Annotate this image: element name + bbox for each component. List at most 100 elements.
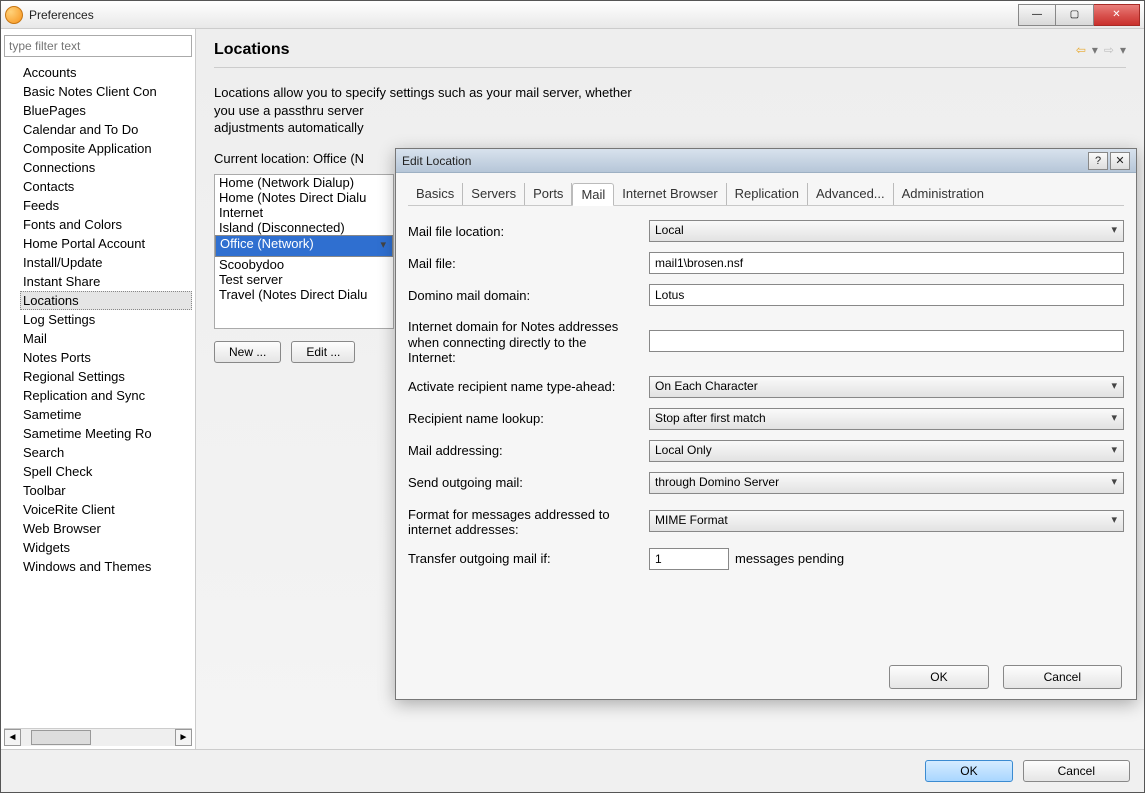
location-row[interactable]: Home (Notes Direct Dialu xyxy=(215,190,393,205)
addressing-select[interactable]: Local Only xyxy=(649,440,1124,462)
main-header: Locations ⇦ ▾ ⇨ ▾ xyxy=(214,41,1126,68)
ok-button[interactable]: OK xyxy=(925,760,1012,782)
tab-basics[interactable]: Basics xyxy=(408,183,463,205)
tree-item[interactable]: Feeds xyxy=(20,196,192,215)
domino-domain-input[interactable] xyxy=(649,284,1124,306)
tree-item[interactable]: Basic Notes Client Con xyxy=(20,82,192,101)
location-row[interactable]: Scoobydoo xyxy=(215,257,393,272)
desc-line: you use a passthru server xyxy=(214,102,1126,120)
location-row[interactable]: Office (Network) xyxy=(215,235,393,257)
scroll-left-icon[interactable]: ◄ xyxy=(4,729,21,746)
tab-bar: BasicsServersPortsMailInternet BrowserRe… xyxy=(408,183,1124,206)
tab-administration[interactable]: Administration xyxy=(894,183,992,205)
dialog-footer: OK Cancel xyxy=(1,749,1144,792)
maximize-button[interactable]: ▢ xyxy=(1056,4,1094,26)
tree-item[interactable]: BluePages xyxy=(20,101,192,120)
desc-line: Locations allow you to specify settings … xyxy=(214,84,1126,102)
close-button[interactable]: ✕ xyxy=(1094,4,1140,26)
help-button[interactable]: ? xyxy=(1088,152,1108,170)
tree-item[interactable]: Sametime xyxy=(20,405,192,424)
tree-item[interactable]: Instant Share xyxy=(20,272,192,291)
tree-item[interactable]: Composite Application xyxy=(20,139,192,158)
label-send-outgoing: Send outgoing mail: xyxy=(408,475,643,490)
location-row[interactable]: Island (Disconnected) xyxy=(215,220,393,235)
internet-domain-input[interactable] xyxy=(649,330,1124,352)
label-transfer-if: Transfer outgoing mail if: xyxy=(408,551,643,566)
tree-item[interactable]: Web Browser xyxy=(20,519,192,538)
page-title: Locations xyxy=(214,41,290,59)
tab-mail[interactable]: Mail xyxy=(572,183,614,206)
send-outgoing-select[interactable]: through Domino Server xyxy=(649,472,1124,494)
nav-forward-menu-icon[interactable]: ▾ xyxy=(1120,43,1126,57)
tree-item[interactable]: Widgets xyxy=(20,538,192,557)
tree-item[interactable]: VoiceRite Client xyxy=(20,500,192,519)
tab-servers[interactable]: Servers xyxy=(463,183,525,205)
tab-ports[interactable]: Ports xyxy=(525,183,572,205)
nav-forward-icon[interactable]: ⇨ xyxy=(1104,43,1114,57)
window-title: Preferences xyxy=(29,8,94,22)
tree-item[interactable]: Calendar and To Do xyxy=(20,120,192,139)
scroll-thumb[interactable] xyxy=(31,730,91,745)
tree-hscrollbar[interactable]: ◄ ► xyxy=(4,728,192,746)
preferences-tree[interactable]: AccountsBasic Notes Client ConBluePagesC… xyxy=(4,63,192,728)
mail-file-input[interactable] xyxy=(649,252,1124,274)
tab-replication[interactable]: Replication xyxy=(727,183,808,205)
label-mail-file-location: Mail file location: xyxy=(408,224,643,239)
edit-location-dialog: Edit Location ? ✕ BasicsServersPortsMail… xyxy=(395,148,1137,700)
description: Locations allow you to specify settings … xyxy=(214,84,1126,137)
filter-input[interactable] xyxy=(4,35,192,57)
scroll-right-icon[interactable]: ► xyxy=(175,729,192,746)
modal-body: BasicsServersPortsMailInternet BrowserRe… xyxy=(396,173,1136,655)
tree-item[interactable]: Install/Update xyxy=(20,253,192,272)
label-format: Format for messages addressed to interne… xyxy=(408,504,643,538)
tree-item[interactable]: Accounts xyxy=(20,63,192,82)
tree-item[interactable]: Spell Check xyxy=(20,462,192,481)
tree-item[interactable]: Toolbar xyxy=(20,481,192,500)
location-row[interactable]: Internet xyxy=(215,205,393,220)
typeahead-select[interactable]: On Each Character xyxy=(649,376,1124,398)
tree-item[interactable]: Fonts and Colors xyxy=(20,215,192,234)
format-select[interactable]: MIME Format xyxy=(649,510,1124,532)
titlebar: Preferences — ▢ ✕ xyxy=(1,1,1144,29)
tree-item[interactable]: Sametime Meeting Ro xyxy=(20,424,192,443)
sidebar: AccountsBasic Notes Client ConBluePagesC… xyxy=(1,29,196,749)
modal-ok-button[interactable]: OK xyxy=(889,665,988,689)
tree-item[interactable]: Home Portal Account xyxy=(20,234,192,253)
mail-file-location-select[interactable]: Local xyxy=(649,220,1124,242)
tree-item[interactable]: Log Settings xyxy=(20,310,192,329)
tree-item[interactable]: Locations xyxy=(20,291,192,310)
location-row[interactable]: Travel (Notes Direct Dialu xyxy=(215,287,393,302)
tree-item[interactable]: Notes Ports xyxy=(20,348,192,367)
tree-item[interactable]: Mail xyxy=(20,329,192,348)
modal-titlebar: Edit Location ? ✕ xyxy=(396,149,1136,173)
label-mail-file: Mail file: xyxy=(408,256,643,271)
lookup-select[interactable]: Stop after first match xyxy=(649,408,1124,430)
tree-item[interactable]: Search xyxy=(20,443,192,462)
tree-item[interactable]: Windows and Themes xyxy=(20,557,192,576)
cancel-button[interactable]: Cancel xyxy=(1023,760,1130,782)
transfer-count-input[interactable] xyxy=(649,548,729,570)
modal-close-button[interactable]: ✕ xyxy=(1110,152,1130,170)
edit-button[interactable]: Edit ... xyxy=(291,341,355,363)
tree-item[interactable]: Regional Settings xyxy=(20,367,192,386)
nav-back-icon[interactable]: ⇦ xyxy=(1076,43,1086,57)
transfer-suffix: messages pending xyxy=(735,551,844,566)
locations-list[interactable]: Home (Network Dialup)Home (Notes Direct … xyxy=(214,174,394,329)
tree-item[interactable]: Contacts xyxy=(20,177,192,196)
label-typeahead: Activate recipient name type-ahead: xyxy=(408,379,643,394)
nav-back-menu-icon[interactable]: ▾ xyxy=(1092,43,1098,57)
minimize-button[interactable]: — xyxy=(1018,4,1056,26)
tab-advanced-[interactable]: Advanced... xyxy=(808,183,894,205)
modal-cancel-button[interactable]: Cancel xyxy=(1003,665,1122,689)
location-row[interactable]: Home (Network Dialup) xyxy=(215,175,393,190)
app-icon xyxy=(5,6,23,24)
scroll-track[interactable] xyxy=(21,729,175,746)
tree-item[interactable]: Connections xyxy=(20,158,192,177)
new-button[interactable]: New ... xyxy=(214,341,281,363)
location-row[interactable]: Test server xyxy=(215,272,393,287)
label-domino-domain: Domino mail domain: xyxy=(408,288,643,303)
desc-line: adjustments automatically xyxy=(214,119,1126,137)
tab-internet-browser[interactable]: Internet Browser xyxy=(614,183,726,205)
modal-title: Edit Location xyxy=(402,154,471,168)
tree-item[interactable]: Replication and Sync xyxy=(20,386,192,405)
